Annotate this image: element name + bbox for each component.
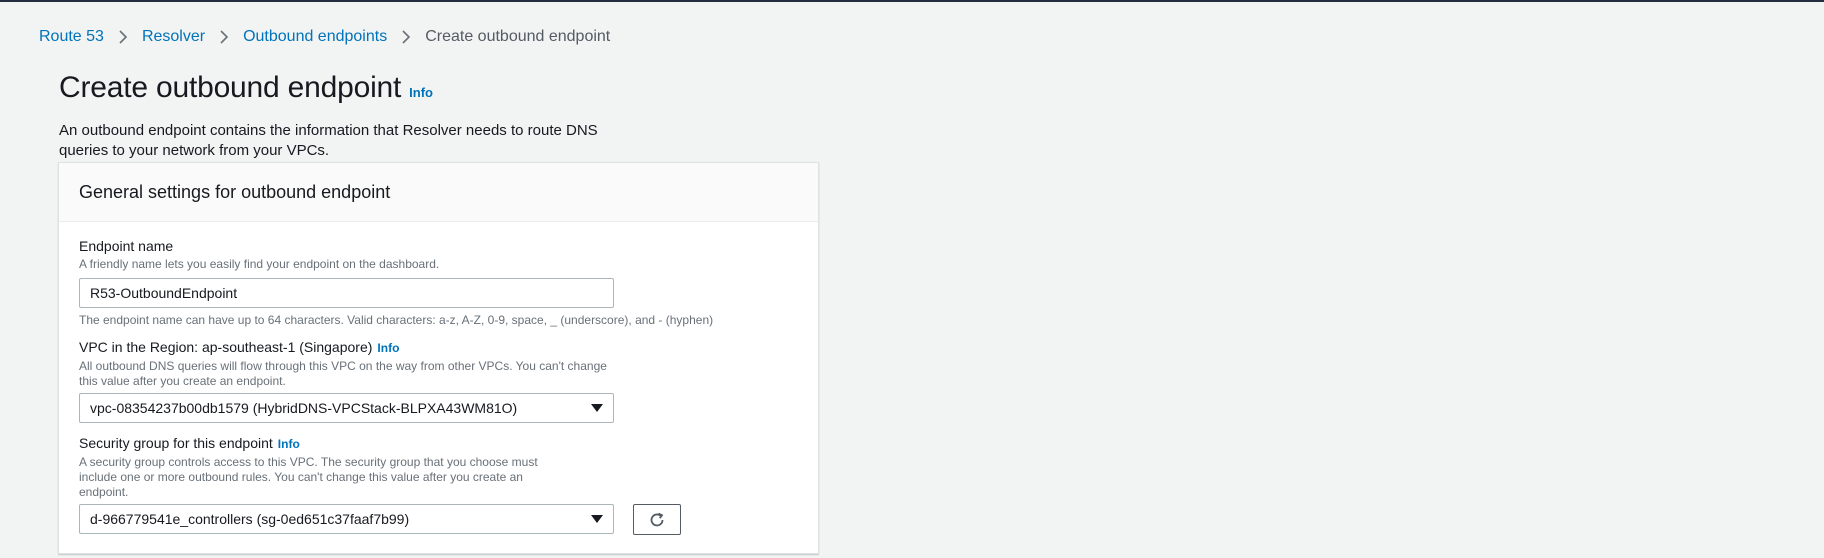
vpc-selected-value: vpc-08354237b00db1579 (HybridDNS-VPCStac… (90, 400, 518, 416)
endpoint-name-label: Endpoint name (79, 238, 173, 254)
page-header: Create outbound endpoint Info (59, 70, 433, 106)
refresh-button[interactable] (633, 504, 681, 535)
panel-header: General settings for outbound endpoint (59, 163, 818, 222)
chevron-right-icon (387, 29, 425, 45)
chevron-right-icon (104, 29, 142, 45)
endpoint-name-input[interactable] (79, 278, 614, 308)
vpc-info-link[interactable]: Info (377, 341, 399, 355)
panel-title: General settings for outbound endpoint (79, 181, 391, 202)
security-group-select[interactable]: d-966779541e_controllers (sg-0ed651c37fa… (79, 504, 614, 534)
breadcrumb-resolver[interactable]: Resolver (142, 28, 205, 46)
security-group-selected-value: d-966779541e_controllers (sg-0ed651c37fa… (90, 511, 410, 527)
security-group-label: Security group for this endpoint Info (79, 435, 300, 451)
vpc-description: All outbound DNS queries will flow throu… (79, 359, 607, 388)
general-settings-panel: General settings for outbound endpoint E… (58, 162, 819, 554)
endpoint-name-constraint: The endpoint name can have up to 64 char… (79, 313, 714, 327)
top-bar (0, 0, 1824, 2)
vpc-select[interactable]: vpc-08354237b00db1579 (HybridDNS-VPCStac… (79, 393, 614, 423)
caret-down-icon (591, 404, 603, 412)
vpc-label-text: VPC in the Region: ap-southeast-1 (Singa… (79, 339, 373, 355)
breadcrumb-outbound-endpoints[interactable]: Outbound endpoints (243, 28, 387, 46)
security-group-description: A security group controls access to this… (79, 455, 538, 499)
endpoint-name-description: A friendly name lets you easily find you… (79, 257, 440, 271)
chevron-right-icon (205, 29, 243, 45)
refresh-icon (650, 512, 664, 526)
vpc-label: VPC in the Region: ap-southeast-1 (Singa… (79, 339, 399, 355)
security-group-label-text: Security group for this endpoint (79, 435, 273, 451)
page-description: An outbound endpoint contains the inform… (59, 122, 598, 159)
breadcrumb-route53[interactable]: Route 53 (39, 28, 104, 46)
page-title: Create outbound endpoint (59, 71, 402, 104)
breadcrumb: Route 53 Resolver Outbound endpoints Cre… (39, 24, 610, 50)
endpoint-name-label-text: Endpoint name (79, 238, 174, 254)
page-info-link[interactable]: Info (409, 85, 433, 100)
breadcrumb-current: Create outbound endpoint (425, 28, 611, 45)
caret-down-icon (591, 515, 603, 523)
security-group-info-link[interactable]: Info (278, 437, 300, 451)
